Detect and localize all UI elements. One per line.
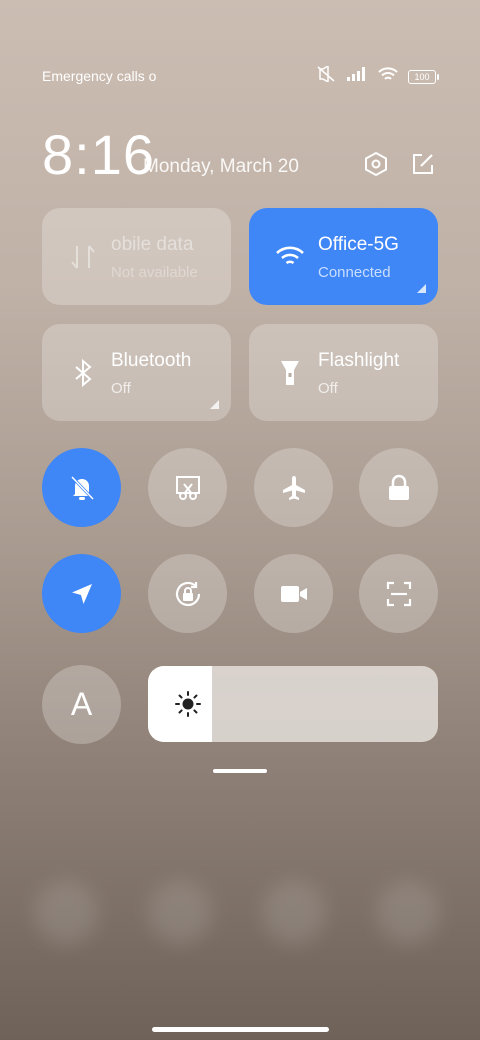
rotation-lock-icon <box>175 581 200 606</box>
tile-label: obile data <box>111 234 194 255</box>
scan-icon <box>386 581 411 606</box>
tile-mobile-data[interactable]: obile data Not available <box>42 208 231 305</box>
status-carrier-text: Emergency calls o <box>42 68 157 84</box>
status-icons: 100 <box>316 64 439 87</box>
mute-icon <box>316 64 336 87</box>
toggle-scanner[interactable] <box>359 554 438 633</box>
tile-label: Flashlight <box>318 350 400 371</box>
expand-corner-icon[interactable] <box>210 400 219 409</box>
tile-wifi[interactable]: Office-5G Connected <box>249 208 438 305</box>
tile-status: Connected <box>318 264 391 281</box>
sun-icon <box>175 691 201 717</box>
brightness-slider[interactable] <box>148 666 438 742</box>
auto-brightness-label: A <box>70 686 93 722</box>
scissors-icon <box>175 475 200 500</box>
expand-corner-icon[interactable] <box>417 284 426 293</box>
location-arrow-icon <box>71 583 92 604</box>
signal-icon <box>346 67 368 86</box>
bell-off-icon <box>70 475 94 500</box>
wifi-icon <box>276 246 304 265</box>
airplane-icon <box>282 475 305 500</box>
tile-bluetooth[interactable]: Bluetooth Off <box>42 324 231 421</box>
tile-flashlight[interactable]: Flashlight Off <box>249 324 438 421</box>
clock-time: 8:16 <box>42 123 155 186</box>
mobile-data-icon <box>71 245 95 269</box>
blurred-app-icon <box>34 880 98 944</box>
tile-status: Off <box>111 380 131 397</box>
settings-icon[interactable] <box>360 148 392 180</box>
toggle-rotation-lock[interactable] <box>148 554 227 633</box>
tile-status: Off <box>318 380 338 397</box>
blurred-app-icon <box>148 880 212 944</box>
blurred-app-icon <box>262 880 326 944</box>
lock-icon <box>388 474 409 500</box>
auto-brightness-button[interactable]: A <box>42 665 121 744</box>
tile-status: Not available <box>111 264 198 281</box>
panel-drag-handle[interactable] <box>213 769 267 773</box>
tile-label: Bluetooth <box>111 350 192 371</box>
flashlight-icon <box>281 361 299 385</box>
toggle-lock-screen[interactable] <box>359 448 438 527</box>
bluetooth-icon <box>75 358 92 388</box>
toggle-location[interactable] <box>42 554 121 633</box>
edit-icon[interactable] <box>407 148 439 180</box>
toggle-screen-recorder[interactable] <box>254 554 333 633</box>
tile-label: Office-5G <box>318 234 399 255</box>
battery-icon: 100 <box>408 69 439 84</box>
home-indicator[interactable] <box>152 1027 329 1032</box>
toggle-silent[interactable] <box>42 448 121 527</box>
blurred-app-icon <box>376 880 440 944</box>
toggle-airplane-mode[interactable] <box>254 448 333 527</box>
wifi-icon <box>378 66 398 87</box>
video-camera-icon <box>280 585 307 602</box>
toggle-screenshot[interactable] <box>148 448 227 527</box>
clock-date: Monday, March 20 <box>143 156 299 177</box>
